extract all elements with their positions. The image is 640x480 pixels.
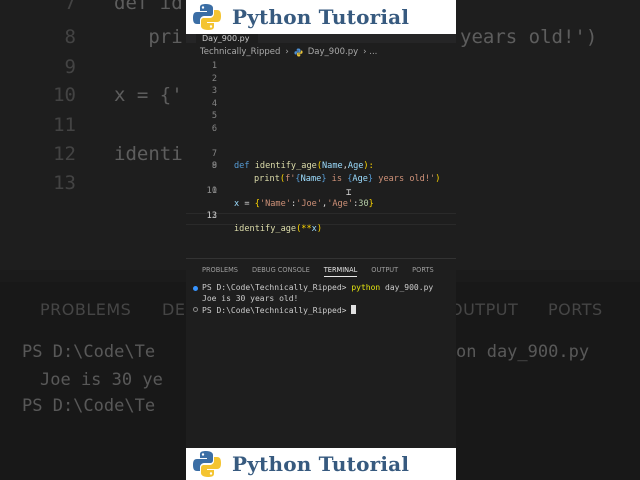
code-line-call: 12 identify_age(**x) [206,211,322,234]
bottom-banner: Python Tutorial [186,448,456,480]
tab-debug-console[interactable]: DEBUG CONSOLE [252,266,310,277]
code-line: 6 [211,123,217,134]
code-line-def: 7 def identify_age(Name,Age): [211,148,374,172]
command-pending-icon [193,307,198,312]
tab-problems[interactable]: PROBLEMS [202,266,238,277]
code-line: 3 [211,86,217,96]
terminal-prompt[interactable]: PS D:\Code\Technically_Ripped> [202,305,357,315]
panel-tabs: PROBLEMS DEBUG CONSOLE TERMINAL OUTPUT P… [202,266,434,277]
code-line: 2 [211,73,217,84]
background-terminal-line: PS D:\Code\Te [22,342,156,362]
top-banner: Python Tutorial [186,0,456,34]
code-line: 9 [211,161,217,171]
code-text: identify_age(**x) [234,223,322,234]
editor-tab[interactable]: Day_900.py [196,34,258,43]
python-file-icon [294,47,303,57]
background-line: years old!') [460,26,598,48]
tab-terminal[interactable]: TERMINAL [323,266,358,277]
python-logo-icon [193,4,221,30]
background-terminal-line: PS D:\Code\Te [22,396,156,416]
tab-ports[interactable]: PORTS [412,266,433,277]
code-line-print: 8 print(f'{Name} is {Age} years old!') [211,161,441,184]
video-frame: Python Tutorial Day_900.py Technically_R… [186,0,456,480]
breadcrumb-folder[interactable]: Technically_Ripped [200,47,280,57]
bottom-panel: PROBLEMS DEBUG CONSOLE TERMINAL OUTPUT P… [186,258,456,448]
editor-tab-bar: Day_900.py [186,34,456,43]
banner-title: Python Tutorial [232,452,410,476]
command-success-icon [193,286,198,291]
terminal-cursor [351,305,357,314]
background-tabs: PORTS [548,300,603,319]
breadcrumb-file[interactable]: Day_900.py [308,47,358,57]
background-tabs: PROBLEMS [40,300,132,319]
code-line-dict: 10 x = {'Name':'Joe','Age':30} [206,186,374,209]
breadcrumb-separator: › [285,47,289,57]
terminal-line: PS D:\Code\Technically_Ripped> python da… [202,283,434,292]
code-line: 13 [206,211,217,221]
code-editor[interactable]: 1 2 3 4 5 6 7 def identify_age(Name,Age)… [186,60,456,256]
code-line: 5 [211,111,217,121]
python-logo-icon [193,451,221,477]
tab-output[interactable]: OUTPUT [371,266,398,277]
code-line: 11 [206,186,217,196]
background-tabs: OUTPUT [450,300,519,319]
banner-title: Python Tutorial [232,5,410,29]
text-cursor-icon: ⌶ [346,188,352,198]
breadcrumb-more[interactable]: › ... [363,47,377,57]
terminal-output: Joe is 30 years old! [202,294,299,303]
breadcrumb: Technically_Ripped › Day_900.py › ... [200,47,377,57]
background-terminal-line: on day_900.py [456,342,590,362]
code-line: 4 [211,98,217,109]
background-terminal-line: Joe is 30 ye [40,370,163,390]
code-line: 1 [211,61,217,71]
background-tabs: DE [162,300,186,319]
